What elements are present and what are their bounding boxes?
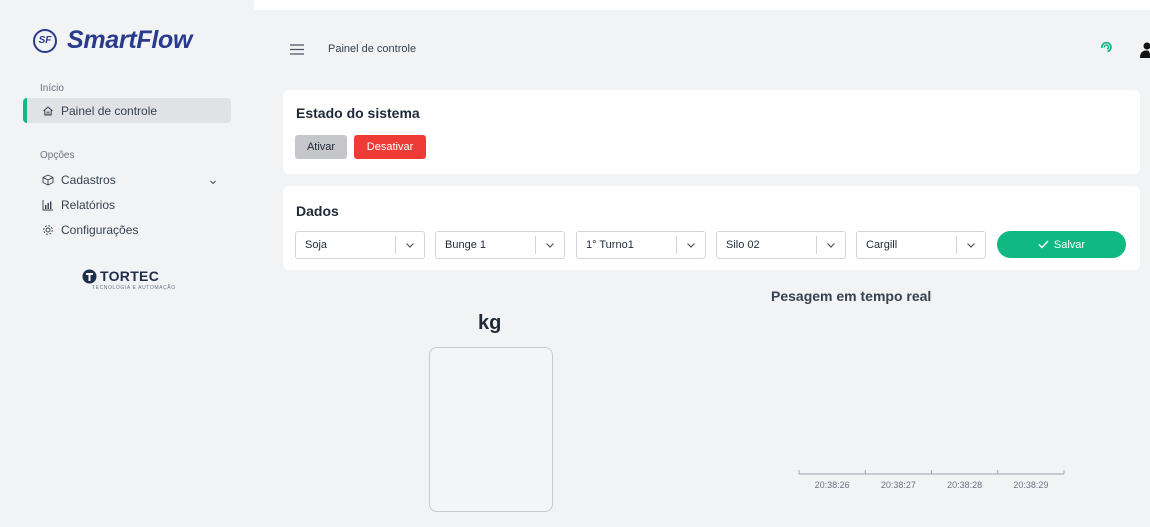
data-title: Dados <box>296 203 339 219</box>
deactivate-button[interactable]: Desativar <box>354 135 426 159</box>
realtime-chart: 20:38:26 20:38:27 20:38:28 20:38:29 <box>798 470 1065 490</box>
brand-mark-icon: SF <box>33 28 57 53</box>
silo-select[interactable]: Silo 02 <box>716 231 846 259</box>
chevron-down-icon <box>405 240 415 253</box>
connection-status-icon[interactable] <box>1099 40 1113 59</box>
shift-select[interactable]: 1° Turno1 <box>576 231 706 259</box>
section-label-inicio: Início <box>40 83 64 94</box>
activate-button[interactable]: Ativar <box>295 135 347 159</box>
partner-tagline: TECNOLOGIA E AUTOMAÇÃO <box>92 285 176 291</box>
select-value: Bunge 1 <box>445 239 486 251</box>
system-status-title: Estado do sistema <box>296 105 420 121</box>
select-value: 1° Turno1 <box>586 239 634 251</box>
cube-icon <box>41 173 55 187</box>
data-card: Dados Soja Bunge 1 1° Turno1 Silo 02 Car… <box>283 186 1140 270</box>
menu-icon[interactable] <box>290 42 304 60</box>
sidebar-item-relatorios[interactable]: Relatórios <box>41 195 221 215</box>
client-select[interactable]: Bunge 1 <box>435 231 565 259</box>
select-value: Silo 02 <box>726 239 760 251</box>
chart-x-tick-label: 20:38:27 <box>881 480 916 490</box>
select-value: Cargill <box>866 239 898 251</box>
chevron-down-icon <box>966 240 976 253</box>
weight-unit-label: kg <box>478 312 502 334</box>
save-button-label: Salvar <box>1053 238 1086 251</box>
sidebar-item-configuracoes[interactable]: Configurações <box>41 220 221 240</box>
chevron-down-icon <box>826 240 836 253</box>
sidebar-item-label: Relatórios <box>61 198 116 212</box>
chart-x-tick-label: 20:38:29 <box>1013 480 1048 490</box>
weight-display <box>429 347 553 512</box>
sidebar-item-label: Painel de controle <box>61 103 158 118</box>
save-button[interactable]: Salvar <box>997 231 1126 258</box>
sidebar-item-label: Configurações <box>61 223 139 237</box>
gear-icon <box>41 223 55 237</box>
sidebar-item-cadastros[interactable]: Cadastros <box>41 170 221 190</box>
top-header: Painel de controle <box>254 10 1150 80</box>
chevron-down-icon <box>545 240 555 253</box>
destination-select[interactable]: Cargill <box>856 231 986 259</box>
sidebar-item-label: Cadastros <box>61 173 116 187</box>
check-icon <box>1038 240 1049 249</box>
partner-logo-text: TORTEC <box>100 268 160 284</box>
chevron-down-icon[interactable] <box>209 175 217 189</box>
chart-x-tick-label: 20:38:28 <box>947 480 982 490</box>
chart-x-tick-label: 20:38:26 <box>815 480 850 490</box>
chevron-down-icon <box>686 240 696 253</box>
user-avatar-icon[interactable] <box>1140 42 1150 63</box>
system-status-card: Estado do sistema Ativar Desativar <box>283 90 1140 174</box>
page-title: Painel de controle <box>328 43 417 55</box>
select-value: Soja <box>305 239 328 251</box>
sidebar: SF SmartFlow Início Painel de controle O… <box>0 0 254 527</box>
partner-logo: TORTEC <box>82 268 159 284</box>
bar-chart-icon <box>41 198 55 212</box>
chart-title: Pesagem em tempo real <box>771 288 932 304</box>
brand-logo[interactable]: SF SmartFlow <box>33 26 192 55</box>
home-icon <box>41 104 55 118</box>
sidebar-item-painel[interactable]: Painel de controle <box>23 98 231 123</box>
product-select[interactable]: Soja <box>295 231 425 259</box>
brand-name: SmartFlow <box>67 26 193 54</box>
tortec-mark-icon <box>82 269 97 283</box>
section-label-opcoes: Opções <box>40 150 75 161</box>
